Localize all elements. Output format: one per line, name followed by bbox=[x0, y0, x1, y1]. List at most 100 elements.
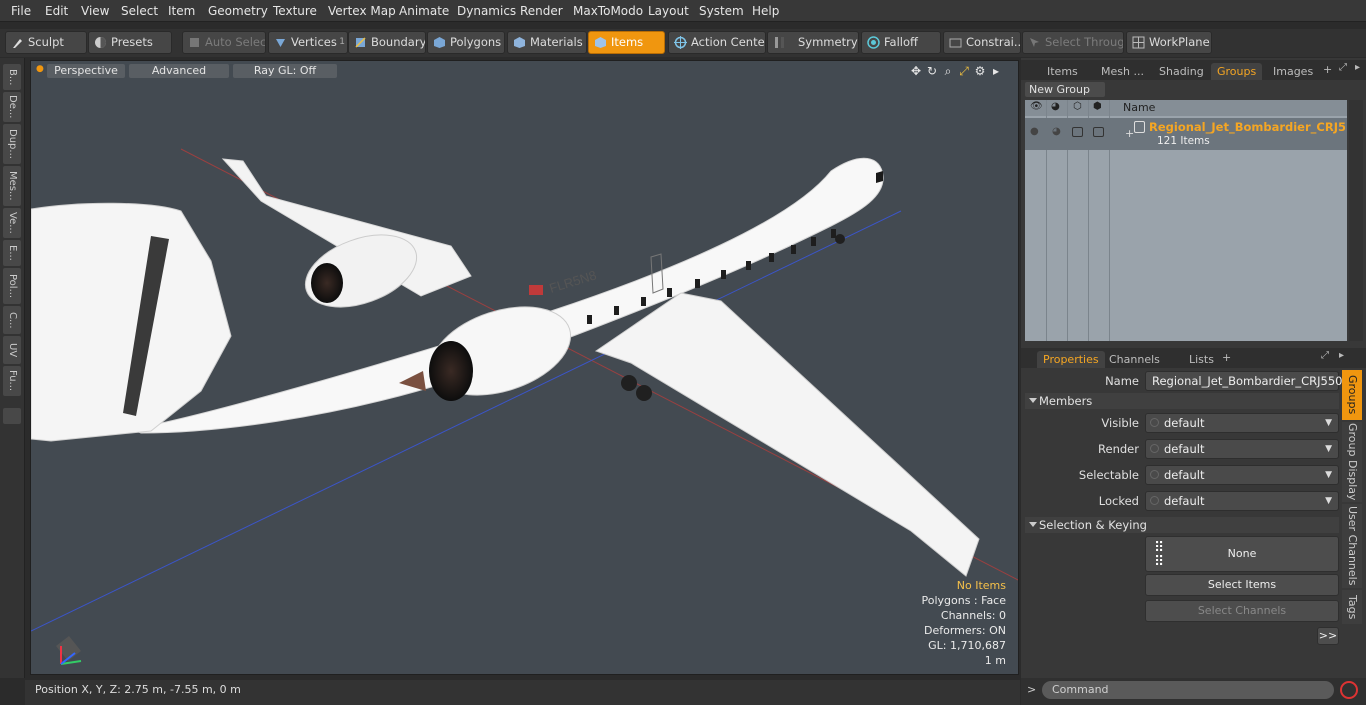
menu-item[interactable]: Item bbox=[168, 4, 195, 18]
side-tab-group-display[interactable]: Group Display bbox=[1342, 422, 1362, 502]
tab-mesh[interactable]: Mesh ... bbox=[1095, 63, 1150, 80]
eye-icon[interactable]: 👁 bbox=[1030, 101, 1043, 112]
maximize-icon[interactable]: ⤢ bbox=[1339, 62, 1347, 73]
sculpt-button[interactable]: Sculpt bbox=[5, 31, 87, 54]
falloff-button[interactable]: Falloff bbox=[861, 31, 941, 54]
command-input[interactable]: Command bbox=[1042, 681, 1334, 699]
tool-tab-edge[interactable]: E... bbox=[3, 240, 21, 266]
raygl-toggle[interactable]: Ray GL: Off bbox=[233, 64, 337, 78]
select-through-button[interactable]: Select Through bbox=[1022, 31, 1124, 54]
menu-render[interactable]: Render bbox=[520, 4, 563, 18]
members-section[interactable]: Members bbox=[1025, 393, 1339, 409]
row-select-checkbox[interactable] bbox=[1093, 127, 1104, 137]
render-dropdown[interactable]: default ▼ bbox=[1145, 439, 1339, 459]
aircraft-scene[interactable]: FLR5N8 bbox=[31, 61, 1019, 675]
groups-list[interactable]: 👁 ◕ ⬡ ⬢ Name ● ◕ + Regional_Jet_Bombardi… bbox=[1025, 100, 1347, 341]
selectable-dropdown[interactable]: default ▼ bbox=[1145, 465, 1339, 485]
panel-arrow-icon[interactable]: ▸ bbox=[1339, 350, 1344, 361]
select-channels-button[interactable]: Select Channels bbox=[1145, 600, 1339, 622]
symmetry-button[interactable]: Symmetry bbox=[767, 31, 859, 54]
tab-channels[interactable]: Channels bbox=[1103, 351, 1166, 368]
menu-system[interactable]: System bbox=[699, 4, 744, 18]
render-label: Render bbox=[1098, 442, 1139, 456]
row-visibility-icon[interactable]: ● bbox=[1030, 126, 1039, 137]
select-items-button[interactable]: Select Items bbox=[1145, 574, 1339, 596]
action-center-button[interactable]: Action Center bbox=[668, 31, 766, 54]
menu-file[interactable]: File bbox=[11, 4, 31, 18]
items-button[interactable]: Items bbox=[588, 31, 665, 54]
boundary-button[interactable]: Boundary bbox=[348, 31, 426, 54]
tab-images[interactable]: Images bbox=[1267, 63, 1319, 80]
vertices-button[interactable]: Vertices 1 bbox=[268, 31, 348, 54]
rotate-icon[interactable]: ↻ bbox=[924, 64, 940, 78]
shading-dropdown[interactable]: Advanced bbox=[129, 64, 229, 78]
new-group-button[interactable]: New Group bbox=[1025, 82, 1105, 97]
pan-icon[interactable]: ✥ bbox=[908, 64, 924, 78]
row-lock-checkbox[interactable] bbox=[1072, 127, 1083, 137]
viewport-menu-dot-icon[interactable]: ● bbox=[36, 64, 44, 74]
menu-layout[interactable]: Layout bbox=[648, 4, 689, 18]
visible-dropdown[interactable]: default ▼ bbox=[1145, 413, 1339, 433]
name-field[interactable]: Regional_Jet_Bombardier_CRJ550 (3) bbox=[1145, 371, 1343, 406]
menu-dynamics[interactable]: Dynamics bbox=[457, 4, 516, 18]
menu-view[interactable]: View bbox=[81, 4, 109, 18]
tab-properties[interactable]: Properties bbox=[1037, 351, 1105, 368]
tool-tab-mesh[interactable]: Mes... bbox=[3, 166, 21, 206]
tab-items[interactable]: Items bbox=[1041, 63, 1084, 80]
tool-strip-toggle[interactable] bbox=[3, 408, 21, 424]
command-bar: > Command bbox=[1021, 678, 1366, 705]
workplane-button[interactable]: WorkPlane bbox=[1126, 31, 1212, 54]
maximize-icon[interactable]: ⤢ bbox=[1321, 350, 1329, 361]
tab-groups[interactable]: Groups bbox=[1211, 63, 1263, 80]
record-macro-icon[interactable] bbox=[1340, 681, 1358, 699]
view-mode-dropdown[interactable]: Perspective bbox=[47, 64, 125, 78]
tool-tab-duplicate[interactable]: Dup... bbox=[3, 124, 21, 164]
3d-viewport[interactable]: FLR5N8 ● Perspective Advanced Ray GL: Of… bbox=[30, 60, 1019, 675]
tool-tab-curve[interactable]: C... bbox=[3, 306, 21, 334]
menu-edit[interactable]: Edit bbox=[45, 4, 68, 18]
tool-tab-basic[interactable]: B... bbox=[3, 64, 21, 90]
menu-maxtomodo[interactable]: MaxToModo bbox=[573, 4, 643, 18]
presets-button[interactable]: Presets bbox=[88, 31, 172, 54]
gear-icon[interactable]: ⚙ bbox=[972, 64, 988, 78]
menu-texture[interactable]: Texture bbox=[273, 4, 317, 18]
locked-dropdown[interactable]: default ▼ bbox=[1145, 491, 1339, 511]
tool-tab-polygon[interactable]: Pol... bbox=[3, 268, 21, 304]
row-render-icon[interactable]: ◕ bbox=[1052, 126, 1061, 137]
add-tab-icon[interactable]: + bbox=[1323, 63, 1332, 76]
side-tab-groups[interactable]: Groups bbox=[1342, 370, 1362, 420]
constraints-button[interactable]: Constrai... bbox=[943, 31, 1021, 54]
none-button[interactable]: ⠿ ⠿ None bbox=[1145, 536, 1339, 572]
menu-geometry[interactable]: Geometry bbox=[208, 4, 268, 18]
far-engine-intake bbox=[311, 263, 343, 303]
panel-arrow-icon[interactable]: ▸ bbox=[1355, 62, 1360, 73]
menu-vertex-map[interactable]: Vertex Map bbox=[328, 4, 396, 18]
groups-scrollbar[interactable] bbox=[1349, 100, 1363, 341]
menu-select[interactable]: Select bbox=[121, 4, 158, 18]
add-tab-icon[interactable]: + bbox=[1222, 351, 1231, 364]
aircraft-registration: FLR5N8 bbox=[547, 267, 598, 296]
tool-tab-uv[interactable]: UV bbox=[3, 336, 21, 364]
zoom-icon[interactable]: ⌕ bbox=[940, 64, 956, 79]
tool-tab-fusion[interactable]: Fu... bbox=[3, 366, 21, 396]
materials-button[interactable]: Materials bbox=[507, 31, 587, 54]
auto-select-button[interactable]: Auto Select bbox=[182, 31, 266, 54]
side-tab-user-channels[interactable]: User Channels bbox=[1342, 504, 1362, 588]
render-icon[interactable]: ◕ bbox=[1051, 101, 1060, 112]
menu-animate[interactable]: Animate bbox=[399, 4, 449, 18]
selection-keying-section[interactable]: Selection & Keying bbox=[1025, 517, 1339, 533]
lock-cube-icon[interactable]: ⬡ bbox=[1073, 101, 1082, 112]
expand-arrow-icon[interactable]: ▸ bbox=[988, 64, 1004, 78]
tab-shading[interactable]: Shading bbox=[1153, 63, 1210, 80]
polygons-button[interactable]: Polygons bbox=[427, 31, 505, 54]
select-cube-icon[interactable]: ⬢ bbox=[1093, 101, 1102, 112]
menu-help[interactable]: Help bbox=[752, 4, 779, 18]
more-button[interactable]: >> bbox=[1317, 627, 1339, 645]
side-tab-tags[interactable]: Tags bbox=[1342, 590, 1362, 624]
tab-lists[interactable]: Lists bbox=[1183, 351, 1220, 368]
tool-tab-vertex[interactable]: Ve... bbox=[3, 208, 21, 238]
group-row[interactable]: ● ◕ + Regional_Jet_Bombardier_CRJ550 121… bbox=[1025, 118, 1347, 150]
fit-icon[interactable]: ⤢ bbox=[956, 64, 972, 79]
tool-tab-deform[interactable]: De... bbox=[3, 92, 21, 122]
expand-plus-icon[interactable]: + bbox=[1125, 127, 1134, 140]
